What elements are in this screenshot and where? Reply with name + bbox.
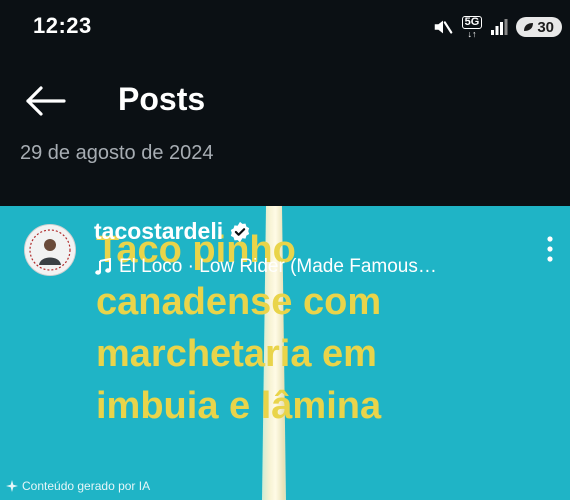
overlay-line: canadense com [96,281,382,323]
overlay-line: marchetaria em [96,333,377,375]
ai-label-text: Conteúdo gerado por IA [22,479,151,493]
status-time: 12:23 [33,13,92,38]
more-vertical-icon[interactable] [538,232,562,266]
verified-badge-icon [230,221,250,242]
status-bar: 12:23 5G ↓↑ 30 [0,0,570,56]
music-note-icon [95,258,111,275]
back-arrow-icon[interactable] [24,84,68,118]
avatar-image [25,225,75,275]
battery-level: 30 [537,18,554,36]
post-media[interactable]: Taco pinho canadense com marchetaria em … [0,206,570,500]
overlay-line: imbuia e lâmina [96,385,382,427]
avatar[interactable] [24,224,76,276]
mute-icon [434,20,452,34]
username[interactable]: tacostardeli [94,218,223,245]
music-track: El Loco · Low Rider (Made Famous… [119,256,437,277]
battery-indicator: 30 [516,17,562,37]
network-indicator: 5G ↓↑ [461,15,483,39]
sparkle-icon [6,480,18,492]
app-header: Posts 29 de agosto de 2024 [0,56,570,206]
battery-saver-icon [524,23,534,31]
username-row: tacostardeli [94,218,251,245]
music-row[interactable]: El Loco · Low Rider (Made Famous… [94,256,437,278]
post-date: 29 de agosto de 2024 [20,142,214,164]
page-title: Posts [118,81,206,117]
status-icons: 5G ↓↑ 30 [432,13,562,41]
ai-generated-label[interactable]: Conteúdo gerado por IA [6,479,150,493]
signal-icon [491,19,508,35]
network-type: 5G [461,15,483,29]
data-arrows-icon: ↓↑ [467,28,477,39]
